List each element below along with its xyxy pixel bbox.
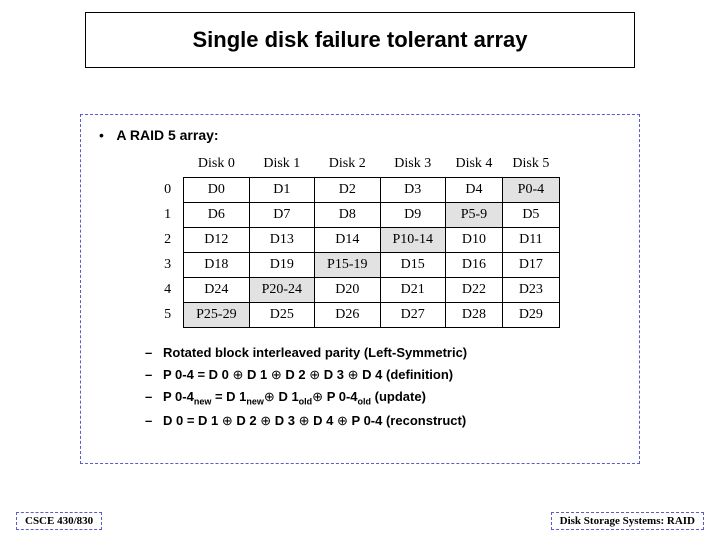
parity-cell: P20-24 <box>249 278 314 303</box>
content-box: • A RAID 5 array: Disk 0Disk 1Disk 2Disk… <box>80 114 640 464</box>
data-cell: D15 <box>380 253 445 278</box>
data-cell: D0 <box>184 178 249 203</box>
bullet-2: –P 0-4 = D 0 ⊕ D 1 ⊕ D 2 ⊕ D 3 ⊕ D 4 (de… <box>145 364 621 386</box>
data-cell: D10 <box>445 228 502 253</box>
data-cell: D23 <box>502 278 559 303</box>
data-cell: D12 <box>184 228 249 253</box>
heading-line: • A RAID 5 array: <box>99 127 621 143</box>
data-cell: D27 <box>380 303 445 328</box>
table-row: 4D24P20-24D20D21D22D23 <box>160 278 559 303</box>
parity-cell: P10-14 <box>380 228 445 253</box>
data-cell: D29 <box>502 303 559 328</box>
bullet-1: –Rotated block interleaved parity (Left-… <box>145 342 621 364</box>
data-cell: D22 <box>445 278 502 303</box>
table-row: 0D0D1D2D3D4P0-4 <box>160 178 559 203</box>
bullet-3: –P 0-4new = D 1new⊕ D 1old⊕ P 0-4old (up… <box>145 386 621 410</box>
raid-table-wrap: Disk 0Disk 1Disk 2Disk 3Disk 4Disk 5 0D0… <box>99 153 621 328</box>
bullet-dot: • <box>99 127 113 143</box>
parity-cell: P5-9 <box>445 203 502 228</box>
row-header: 0 <box>160 178 184 203</box>
col-header: Disk 2 <box>315 153 380 178</box>
data-cell: D11 <box>502 228 559 253</box>
row-header: 1 <box>160 203 184 228</box>
data-cell: D9 <box>380 203 445 228</box>
data-cell: D3 <box>380 178 445 203</box>
table-row: 3D18D19P15-19D15D16D17 <box>160 253 559 278</box>
row-header: 3 <box>160 253 184 278</box>
parity-cell: P0-4 <box>502 178 559 203</box>
col-header-blank <box>160 153 184 178</box>
data-cell: D1 <box>249 178 314 203</box>
data-cell: D5 <box>502 203 559 228</box>
bullet-list: –Rotated block interleaved parity (Left-… <box>145 342 621 432</box>
parity-cell: P15-19 <box>315 253 380 278</box>
table-row: 1D6D7D8D9P5-9D5 <box>160 203 559 228</box>
title-box: Single disk failure tolerant array <box>85 12 635 68</box>
footer-left: CSCE 430/830 <box>16 512 102 530</box>
table-row: 5P25-29D25D26D27D28D29 <box>160 303 559 328</box>
raid-table: Disk 0Disk 1Disk 2Disk 3Disk 4Disk 5 0D0… <box>160 153 560 328</box>
data-cell: D20 <box>315 278 380 303</box>
table-row: 2D12D13D14P10-14D10D11 <box>160 228 559 253</box>
data-cell: D8 <box>315 203 380 228</box>
data-cell: D19 <box>249 253 314 278</box>
data-cell: D25 <box>249 303 314 328</box>
data-cell: D4 <box>445 178 502 203</box>
data-cell: D21 <box>380 278 445 303</box>
col-header: Disk 0 <box>184 153 249 178</box>
data-cell: D24 <box>184 278 249 303</box>
row-header: 2 <box>160 228 184 253</box>
row-header: 4 <box>160 278 184 303</box>
data-cell: D28 <box>445 303 502 328</box>
data-cell: D6 <box>184 203 249 228</box>
data-cell: D18 <box>184 253 249 278</box>
parity-cell: P25-29 <box>184 303 249 328</box>
data-cell: D13 <box>249 228 314 253</box>
data-cell: D7 <box>249 203 314 228</box>
bullet-4: –D 0 = D 1 ⊕ D 2 ⊕ D 3 ⊕ D 4 ⊕ P 0-4 (re… <box>145 410 621 432</box>
col-header: Disk 3 <box>380 153 445 178</box>
footer-right: Disk Storage Systems: RAID <box>551 512 704 530</box>
data-cell: D14 <box>315 228 380 253</box>
data-cell: D2 <box>315 178 380 203</box>
col-header: Disk 4 <box>445 153 502 178</box>
col-header: Disk 1 <box>249 153 314 178</box>
heading-text: A RAID 5 array: <box>116 127 218 143</box>
row-header: 5 <box>160 303 184 328</box>
data-cell: D17 <box>502 253 559 278</box>
slide-title: Single disk failure tolerant array <box>192 27 527 53</box>
col-header: Disk 5 <box>502 153 559 178</box>
data-cell: D16 <box>445 253 502 278</box>
data-cell: D26 <box>315 303 380 328</box>
